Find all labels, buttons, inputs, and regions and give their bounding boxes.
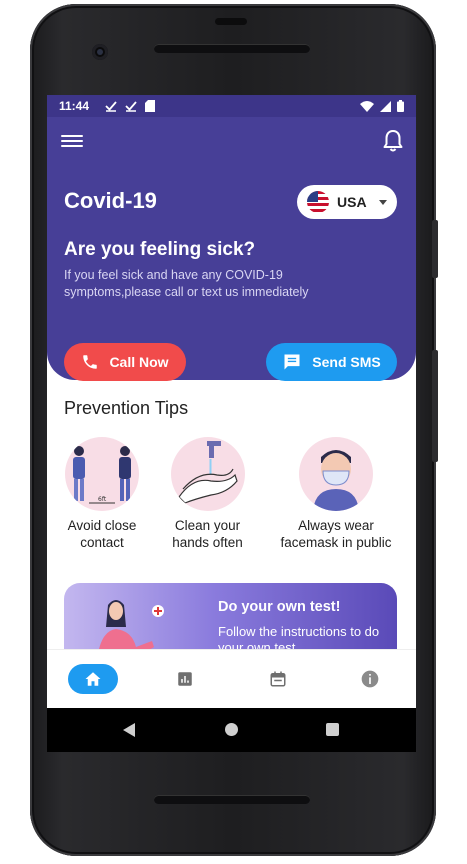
nav-stats[interactable] [139,650,231,709]
calendar-icon [270,671,286,687]
tip-clean-hands[interactable]: Clean your hands often [160,437,255,551]
status-bar: 11:44 [47,95,416,117]
tip-label: Avoid close contact [67,518,137,550]
app-screen: 11:44 Covid-19 USA Are you feeling sick?… [47,95,416,708]
info-icon [361,670,379,688]
nav-home-active-pill [68,664,119,694]
tip-avoid-contact[interactable]: 6ft Avoid close contact [57,437,147,551]
nav-home[interactable] [47,650,139,709]
home-circle-icon[interactable] [225,723,238,736]
recents-icon[interactable] [326,723,339,736]
message-icon [284,354,300,370]
call-now-label: Call Now [109,354,169,370]
chevron-down-icon [379,199,387,205]
chart-icon [178,672,193,686]
wifi-icon [360,100,374,112]
prevention-title: Prevention Tips [64,398,189,418]
banner-title: Do your own test! [218,599,341,615]
menu-icon-bar [61,140,83,142]
tip-label: Clean your hands often [172,518,243,550]
menu-button[interactable] [61,132,83,152]
hero-panel: Covid-19 USA Are you feeling sick? If yo… [47,117,416,381]
signal-icon [380,100,391,112]
volume-button [432,220,438,278]
facemask-icon [299,437,373,511]
send-sms-button[interactable]: Send SMS [266,343,397,381]
bottom-speaker [154,795,310,804]
bell-icon [383,130,403,152]
sick-question: Are you feeling sick? [64,239,256,260]
power-button [432,350,438,462]
app-title: Covid-19 [64,188,157,213]
menu-icon-bar [61,135,83,137]
notification-icons [105,100,156,112]
call-now-button[interactable]: Call Now [64,343,186,381]
country-label: USA [337,194,367,210]
sick-message: If you feel sick and have any COVID-19 s… [64,268,309,299]
status-time: 11:44 [59,99,90,113]
nav-info[interactable] [324,650,416,709]
phone-icon [83,355,98,369]
nav-calendar[interactable] [232,650,324,709]
tip-wear-mask[interactable]: Always wear facemask in public [271,437,401,551]
home-icon [85,672,101,686]
send-sms-label: Send SMS [312,354,381,370]
distance-icon: 6ft [65,437,139,511]
sd-card-icon [145,100,156,112]
front-camera [92,44,108,60]
menu-icon-bar [61,145,83,147]
handwash-icon [170,437,245,511]
top-speaker [154,44,310,53]
bottom-nav [47,649,416,708]
notifications-button[interactable] [382,129,404,153]
battery-icon [397,100,404,112]
tip-label: Always wear facemask in public [280,518,392,550]
country-selector[interactable]: USA [297,185,397,219]
check-icon [105,101,117,112]
back-icon[interactable] [122,722,136,738]
svg-text:6ft: 6ft [98,496,107,503]
check-icon [125,101,137,112]
system-icons [360,100,404,112]
earpiece [215,18,247,25]
us-flag-icon [307,191,329,213]
